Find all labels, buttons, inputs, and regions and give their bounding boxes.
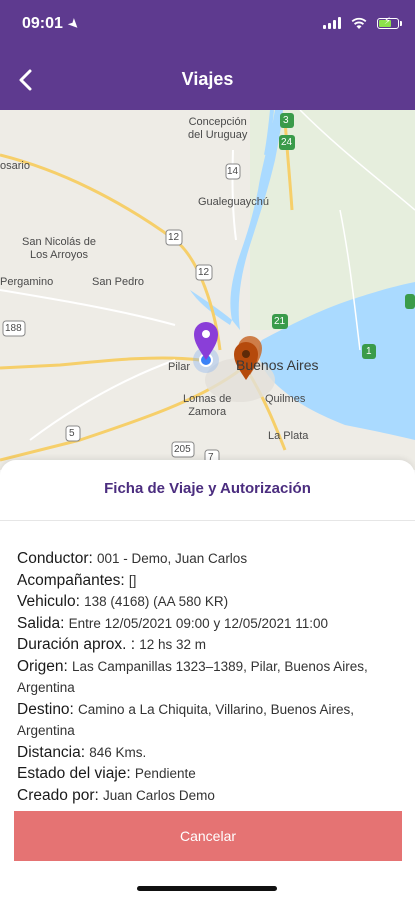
cancel-button[interactable]: Cancelar <box>14 811 402 861</box>
place-lomas-de-zamora: Lomas de Zamora <box>183 393 232 418</box>
field-creado-por: Creado por: Juan Carlos Demo <box>17 786 215 804</box>
field-salida: Salida: Entre 12/05/2021 09:00 y 12/05/2… <box>17 614 329 632</box>
field-vehiculo: Vehiculo: 138 (4168) (AA 580 KR) <box>17 593 229 610</box>
place-pergamino: Pergamino <box>0 276 54 288</box>
field-conductor: Conductor: 001 - Demo, Juan Carlos <box>17 550 248 567</box>
route-24-label: 24 <box>281 137 293 148</box>
route-12a-label: 12 <box>168 232 180 243</box>
sheet-title: Ficha de Viaje y Autorización <box>104 480 311 497</box>
route-5-label: 5 <box>69 428 75 439</box>
route-12b-label: 12 <box>198 267 210 278</box>
route-21-label: 21 <box>274 316 286 327</box>
route-3-label: 3 <box>283 115 289 126</box>
place-concepcion-del-uruguay: Concepción del Uruguay <box>188 116 248 141</box>
place-san-pedro: San Pedro <box>92 276 144 288</box>
route-14-label: 14 <box>227 166 239 177</box>
home-indicator[interactable] <box>137 886 277 891</box>
sheet-divider <box>0 520 415 521</box>
field-estado: Estado del viaje: Pendiente <box>17 765 196 782</box>
place-gualeguaychu: Gualeguaychú <box>198 196 269 208</box>
status-time: 09:01 ➤ <box>22 15 83 33</box>
field-origen: Origen: Las Campanillas 1323–1389, Pilar… <box>17 657 368 696</box>
field-duracion: Duración aprox. : 12 hs 32 m <box>17 636 206 653</box>
route-1-label: 1 <box>366 346 372 357</box>
trip-map[interactable]: 3 24 14 12 12 21 1 188 5 205 7 Concepció… <box>0 110 415 470</box>
wifi-icon <box>351 17 367 29</box>
route-7-shield-bg <box>405 294 415 309</box>
field-distancia: Distancia: 846 Kms. <box>17 743 147 761</box>
place-buenos-aires: Buenos Aires <box>236 357 319 373</box>
trip-details: Conductor: 001 - Demo, Juan Carlos Acomp… <box>17 548 407 806</box>
battery-icon: ⚡ <box>377 16 402 29</box>
status-bar: 09:01 ➤ ⚡ <box>0 0 415 52</box>
place-rosario: osario <box>0 160 30 172</box>
location-arrow-icon: ➤ <box>65 15 83 33</box>
field-destino: Destino: Camino a La Chiquita, Villarino… <box>17 700 354 739</box>
route-205-label: 205 <box>174 444 191 455</box>
cellular-signal-icon <box>323 17 341 29</box>
place-la-plata: La Plata <box>268 430 309 442</box>
app-header: 09:01 ➤ ⚡ Viajes <box>0 0 415 110</box>
route-188-label: 188 <box>5 323 22 334</box>
field-acompanantes: Acompañantes: [] <box>17 571 137 589</box>
place-quilmes: Quilmes <box>265 393 306 405</box>
place-san-nicolas: San Nicolás de Los Arroyos <box>22 236 96 261</box>
place-pilar: Pilar <box>168 361 191 373</box>
page-title: Viajes <box>181 69 234 89</box>
